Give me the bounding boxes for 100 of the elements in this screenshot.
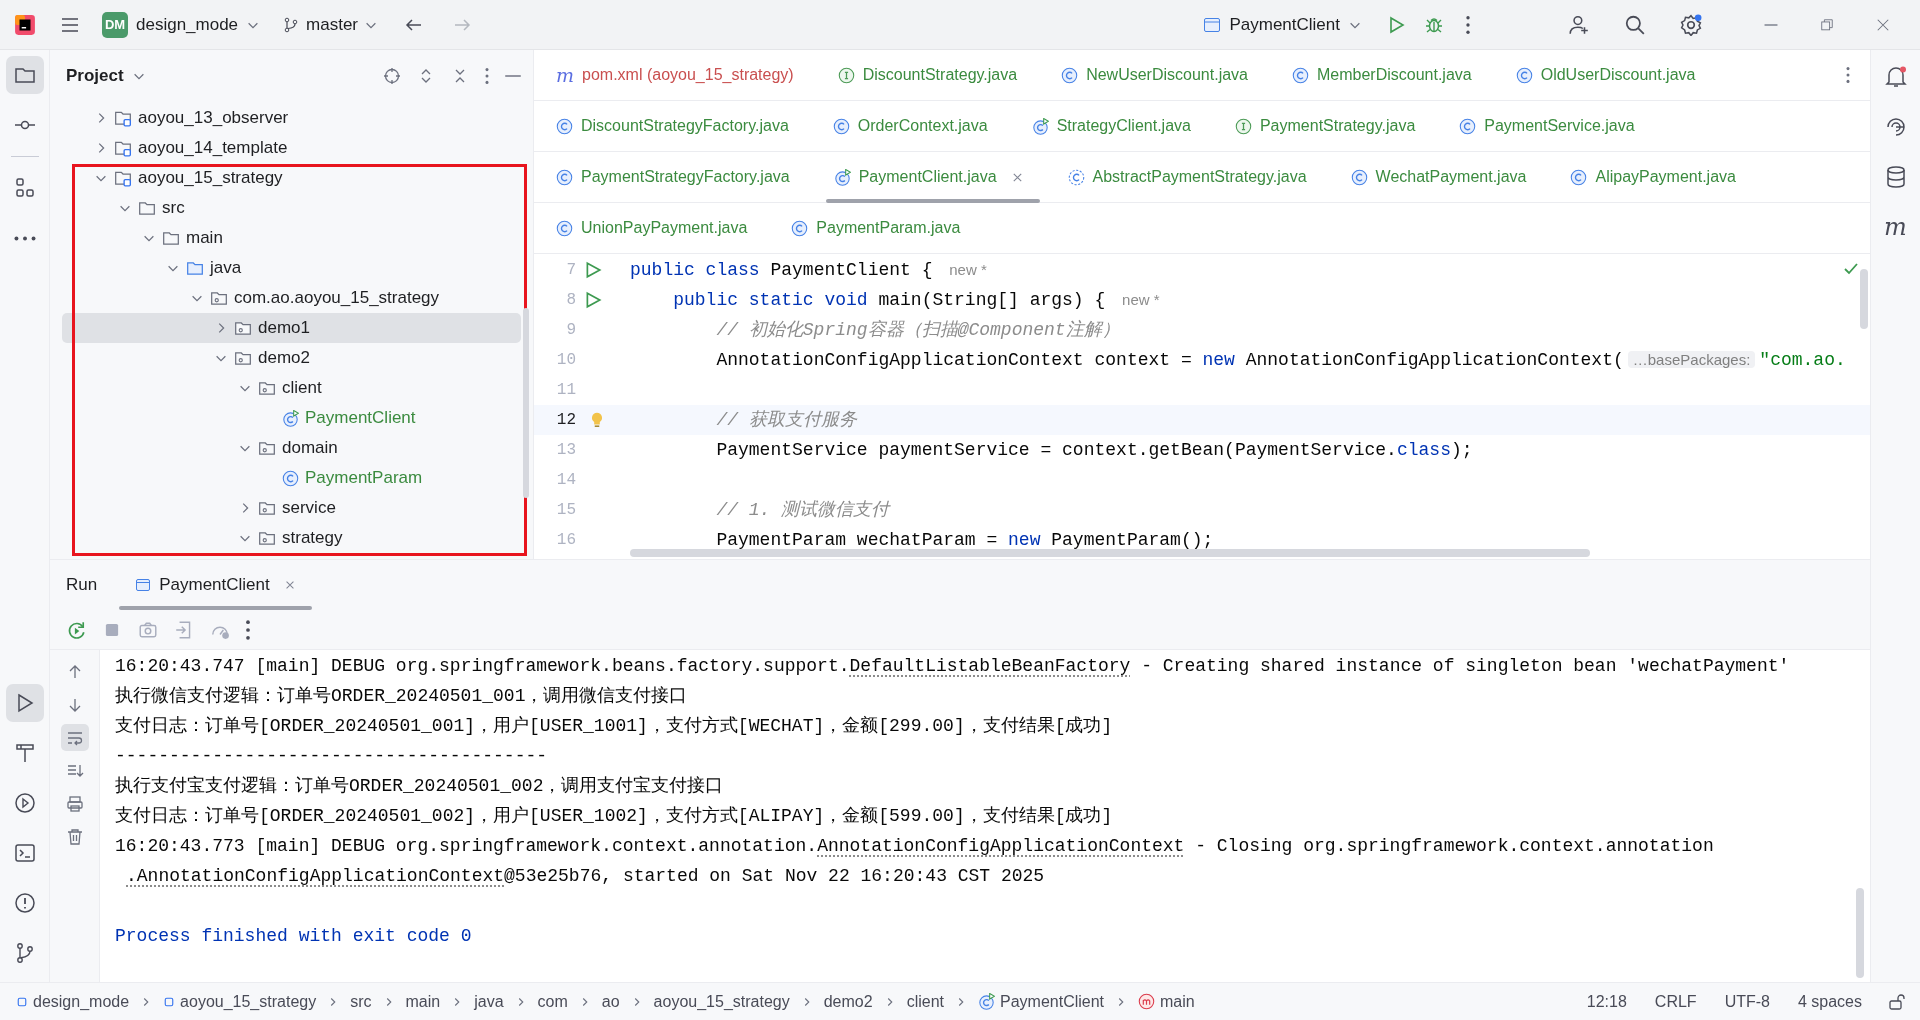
method-icon — [1138, 993, 1156, 1010]
tree-item[interactable]: PaymentParam — [62, 463, 521, 493]
locate-button[interactable] — [383, 67, 401, 85]
tree-item[interactable]: client — [62, 373, 521, 403]
breadcrumb[interactable]: demo2 — [823, 989, 873, 1014]
class-icon — [791, 219, 809, 237]
run-tool-button[interactable] — [5, 684, 44, 722]
tree-item[interactable]: PaymentClient — [62, 403, 521, 433]
breadcrumb[interactable]: java — [474, 989, 504, 1014]
line-separator[interactable]: CRLF — [1654, 989, 1697, 1014]
module-icon — [114, 169, 132, 187]
interface-icon — [837, 66, 855, 84]
more-icon — [13, 235, 36, 241]
breadcrumb[interactable]: com — [537, 989, 568, 1014]
line-number: 15 — [555, 500, 576, 521]
options-button[interactable] — [485, 68, 489, 84]
scrollbar[interactable] — [1856, 888, 1864, 978]
tree-item[interactable]: strategy — [62, 523, 521, 553]
file-encoding[interactable]: UTF-8 — [1724, 989, 1770, 1014]
editor-tab[interactable]: PaymentStrategy.java — [1220, 101, 1434, 151]
breadcrumb[interactable]: src — [350, 989, 372, 1014]
console-line: Process finished with exit code 0 — [115, 925, 472, 948]
window-icon — [135, 577, 152, 593]
maven-icon: m — [556, 65, 575, 85]
tree-item[interactable]: demo1 — [62, 313, 521, 343]
breadcrumb[interactable]: client — [906, 989, 944, 1014]
editor-tab[interactable]: UnionPayPayment.java — [542, 203, 766, 253]
console-line: ---------------------------------------- — [115, 745, 548, 768]
maven-tool-button[interactable]: m — [1878, 210, 1913, 244]
run-configuration-selector[interactable]: PaymentClient — [1203, 11, 1362, 38]
project-switcher[interactable]: DM design_mode — [98, 11, 265, 38]
editor-tab[interactable]: DiscountStrategy.java — [823, 50, 1036, 100]
restore-icon — [1820, 17, 1834, 32]
indent-setting[interactable]: 4 spaces — [1797, 989, 1862, 1014]
editor-tab[interactable]: m pom.xml (aoyou_15_strategy) — [542, 50, 812, 100]
editor-tab[interactable]: DiscountStrategyFactory.java — [542, 101, 807, 151]
breadcrumb[interactable]: main — [405, 989, 441, 1014]
console-line: 支付日志：订单号[ORDER_20240501_002]，用户[USER_1002]，支付方式[ALIPAY]，金额[599.00]，支付结果[成功] — [115, 805, 1113, 828]
breadcrumb[interactable]: design_mode — [16, 989, 130, 1014]
tree-item[interactable]: aoyou_13_observer — [62, 103, 521, 133]
tree-item[interactable]: src — [62, 193, 521, 223]
editor-tab[interactable]: PaymentStrategyFactory.java — [542, 152, 808, 202]
tree-item[interactable]: service — [62, 493, 521, 523]
editor-tab[interactable]: OldUserDiscount.java — [1501, 50, 1714, 100]
tree-item[interactable]: java — [62, 253, 521, 283]
tree-item[interactable]: domain — [62, 433, 521, 463]
kebab-icon — [1846, 67, 1850, 83]
tree-item[interactable]: aoyou_15_strategy — [62, 163, 521, 193]
module-icon — [163, 995, 176, 1008]
trash-icon — [65, 827, 84, 846]
caret-position[interactable]: 12:18 — [1586, 989, 1627, 1014]
tree-item[interactable]: aoyou_14_template — [62, 133, 521, 163]
module-icon — [114, 139, 132, 157]
printer-icon — [65, 794, 84, 813]
editor-tab[interactable]: PaymentClient.java — [819, 152, 1042, 202]
project-tool-button[interactable] — [5, 56, 44, 94]
close-icon — [1876, 17, 1890, 32]
breadcrumb[interactable]: aoyou_15_strategy — [653, 989, 790, 1014]
editor-tab[interactable]: WechatPayment.java — [1336, 152, 1545, 202]
editor-tab[interactable]: PaymentParam.java — [777, 203, 979, 253]
package-icon — [258, 439, 276, 457]
app-logo-icon[interactable] — [14, 13, 36, 36]
editor-tab[interactable]: PaymentService.java — [1445, 101, 1653, 151]
runnable-class-icon — [282, 409, 299, 427]
breadcrumb[interactable]: PaymentClient — [978, 989, 1105, 1014]
branch-switcher[interactable]: master — [282, 11, 379, 38]
console-line: 执行微信支付逻辑：订单号ORDER_20240501_001，调用微信支付接口 — [115, 685, 688, 708]
line-number: 13 — [555, 440, 576, 461]
code-line: PaymentService paymentService = context.getBean(PaymentService.class); — [715, 438, 1473, 462]
scrollbar[interactable] — [523, 308, 529, 498]
breadcrumb[interactable]: main — [1138, 989, 1195, 1014]
tree-item[interactable]: com.ao.aoyou_15_strategy — [62, 283, 521, 313]
tree-item[interactable]: main — [62, 223, 521, 253]
scrollbar[interactable] — [630, 549, 1590, 557]
package-icon — [234, 349, 252, 367]
run-tab[interactable]: PaymentClient — [119, 560, 312, 610]
line-number: 9 — [565, 320, 576, 341]
editor-tab[interactable]: AbstractPaymentStrategy.java — [1053, 152, 1325, 202]
breadcrumb[interactable]: aoyou_15_strategy — [163, 989, 317, 1014]
editor-tab[interactable]: NewUserDiscount.java — [1047, 50, 1266, 100]
abstract-class-icon — [1067, 168, 1085, 186]
line-number: 14 — [555, 470, 576, 491]
rerun-button[interactable] — [66, 619, 86, 640]
class-icon — [1350, 168, 1368, 186]
editor-tab[interactable]: OrderContext.java — [818, 101, 1006, 151]
runnable-class-icon — [1031, 117, 1049, 135]
project-view-selector[interactable]: Project — [66, 63, 146, 89]
more-button[interactable] — [246, 619, 250, 640]
editor-tab[interactable]: AlipayPayment.java — [1556, 152, 1754, 202]
soft-wrap-button[interactable] — [60, 724, 89, 751]
scrollbar[interactable] — [1860, 269, 1868, 329]
run-icon[interactable] — [584, 291, 602, 309]
run-icon[interactable] — [584, 261, 602, 279]
editor-tab[interactable]: StrategyClient.java — [1017, 101, 1209, 151]
breadcrumb[interactable]: ao — [601, 989, 620, 1014]
read-only-toggle[interactable] — [1888, 992, 1906, 1011]
package-icon — [234, 319, 252, 337]
editor-tab[interactable]: MemberDiscount.java — [1278, 50, 1490, 100]
tree-item[interactable]: demo2 — [62, 343, 521, 373]
module-icon — [16, 995, 28, 1008]
